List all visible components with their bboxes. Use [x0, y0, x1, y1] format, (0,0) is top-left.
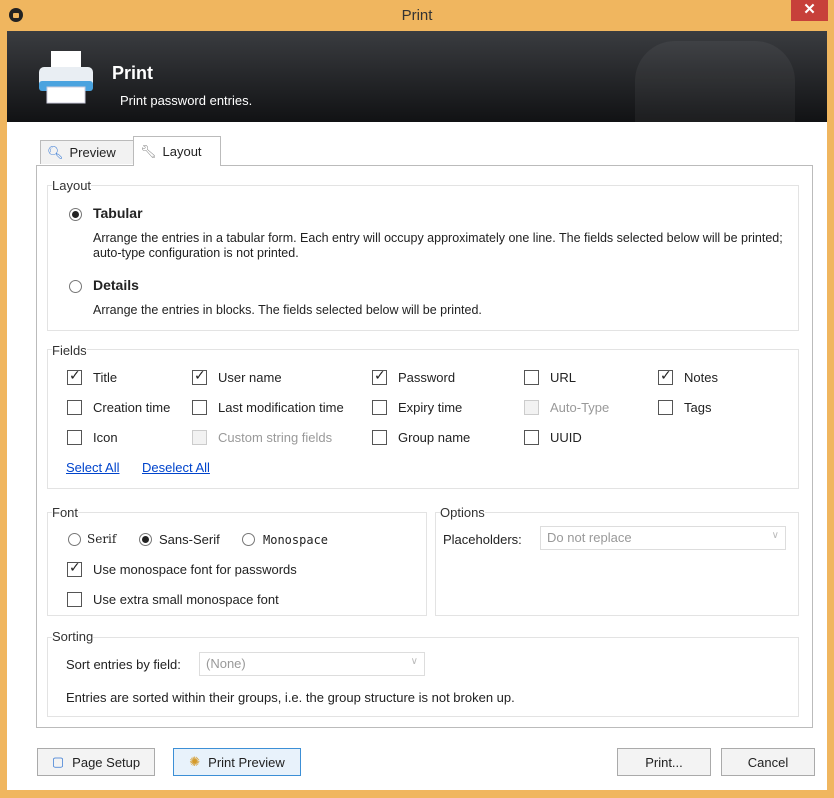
title-checkbox-label: Title — [93, 370, 118, 385]
creation-time-label: Creation time — [93, 400, 171, 415]
icon-checkbox[interactable] — [67, 430, 82, 445]
sans-serif-radio[interactable] — [139, 533, 152, 546]
expiry-time-label: Expiry time — [398, 400, 463, 415]
auto-type-label: Auto-Type — [550, 400, 610, 415]
last-modification-time-label: Last modification time — [218, 400, 344, 415]
notes-checkbox[interactable] — [658, 368, 673, 385]
notes-checkbox-label: Notes — [684, 370, 718, 385]
cancel-label: Cancel — [747, 754, 789, 770]
magnifier-icon: 🔍︎ — [47, 144, 64, 160]
sort-field-value: (None) — [206, 656, 246, 671]
chevron-down-icon: ∨ — [410, 656, 418, 667]
placeholders-label: Placeholders: — [443, 532, 522, 547]
monospace-label: Monospace — [263, 533, 329, 547]
printer-icon — [39, 51, 93, 104]
placeholders-dropdown[interactable]: Do not replace ∨ — [540, 526, 786, 550]
custom-string-fields-label: Custom string fields — [218, 430, 333, 445]
last-modification-time-checkbox[interactable] — [192, 400, 207, 415]
dialog-body: 🔍︎ Preview 🔧︎ Layout Layout Tabular Arra… — [7, 122, 827, 790]
title-checkbox[interactable] — [67, 368, 82, 385]
banner-subtitle: Print password entries. — [120, 93, 253, 108]
creation-time-checkbox[interactable] — [67, 400, 82, 415]
icon-label: Icon — [93, 430, 118, 445]
group-name-checkbox[interactable] — [372, 430, 387, 445]
monospace-radio[interactable] — [242, 533, 255, 546]
fields-legend: Fields — [52, 343, 87, 358]
mono-passwords-checkbox[interactable] — [67, 560, 82, 577]
group-name-label: Group name — [398, 430, 471, 445]
window-title: Print — [401, 7, 433, 24]
sort-by-label: Sort entries by field: — [66, 657, 181, 672]
wrench-icon: 🔧︎ — [140, 143, 157, 159]
tabular-label: Tabular — [93, 205, 143, 221]
print-preview-label: Print Preview — [208, 754, 285, 770]
tags-label: Tags — [684, 400, 712, 415]
print-label: Print... — [645, 754, 683, 770]
extra-small-mono-label: Use extra small monospace font — [93, 592, 279, 607]
banner-title: Print — [112, 63, 154, 83]
serif-radio[interactable] — [68, 533, 81, 546]
uuid-label: UUID — [550, 430, 582, 445]
banner-watermark — [635, 41, 795, 122]
font-legend: Font — [52, 505, 79, 520]
page-setup-label: Page Setup — [72, 754, 141, 770]
password-checkbox-label: Password — [398, 370, 456, 385]
tabular-description: Arrange the entries in a tabular form. E… — [93, 231, 783, 260]
sans-serif-label: Sans-Serif — [159, 532, 220, 547]
tab-preview[interactable]: 🔍︎ Preview — [40, 140, 134, 164]
details-description: Arrange the entries in blocks. The field… — [93, 303, 482, 317]
placeholders-value: Do not replace — [547, 530, 632, 545]
url-checkbox-label: URL — [550, 370, 577, 385]
layout-panel: Layout Tabular Arrange the entries in a … — [36, 165, 813, 728]
password-checkbox[interactable] — [372, 368, 387, 385]
uuid-checkbox[interactable] — [524, 430, 539, 445]
print-preview-icon: ✺ — [189, 754, 201, 769]
print-button[interactable]: Print... — [617, 748, 711, 776]
banner: Print Print password entries. — [7, 31, 827, 122]
tabular-radio[interactable] — [69, 208, 82, 221]
expiry-time-checkbox[interactable] — [372, 400, 387, 415]
sort-field-dropdown[interactable]: (None) ∨ — [199, 652, 425, 676]
tab-preview-label: Preview — [69, 145, 116, 160]
sorting-legend: Sorting — [52, 629, 94, 644]
username-checkbox[interactable] — [192, 368, 207, 385]
auto-type-checkbox — [524, 400, 539, 415]
sorting-group — [47, 637, 799, 717]
title-bar: Print ✕ — [0, 0, 834, 31]
sorting-note: Entries are sorted within their groups, … — [66, 690, 515, 705]
url-checkbox[interactable] — [524, 370, 539, 385]
print-window: Print ✕ Print Print password entries. 🔍︎… — [0, 0, 834, 798]
close-button[interactable]: ✕ — [791, 0, 828, 21]
serif-label: Serif — [87, 532, 117, 546]
extra-small-mono-checkbox[interactable] — [67, 592, 82, 607]
details-radio[interactable] — [69, 280, 82, 293]
deselect-all-link[interactable]: Deselect All — [142, 460, 210, 475]
print-preview-button[interactable]: ✺ Print Preview — [173, 748, 301, 776]
select-all-link[interactable]: Select All — [66, 460, 119, 475]
tab-layout-label: Layout — [162, 144, 202, 159]
cancel-button[interactable]: Cancel — [721, 748, 815, 776]
details-label: Details — [93, 277, 139, 293]
page-setup-button[interactable]: ▢ Page Setup — [37, 748, 155, 776]
layout-legend: Layout — [52, 178, 92, 193]
page-setup-icon: ▢ — [51, 754, 65, 769]
tab-layout[interactable]: 🔧︎ Layout — [133, 136, 221, 166]
chevron-down-icon: ∨ — [771, 530, 779, 541]
options-legend: Options — [440, 505, 485, 520]
username-checkbox-label: User name — [218, 370, 282, 385]
tags-checkbox[interactable] — [658, 400, 673, 415]
custom-string-fields-checkbox — [192, 430, 207, 445]
mono-passwords-label: Use monospace font for passwords — [93, 562, 297, 577]
